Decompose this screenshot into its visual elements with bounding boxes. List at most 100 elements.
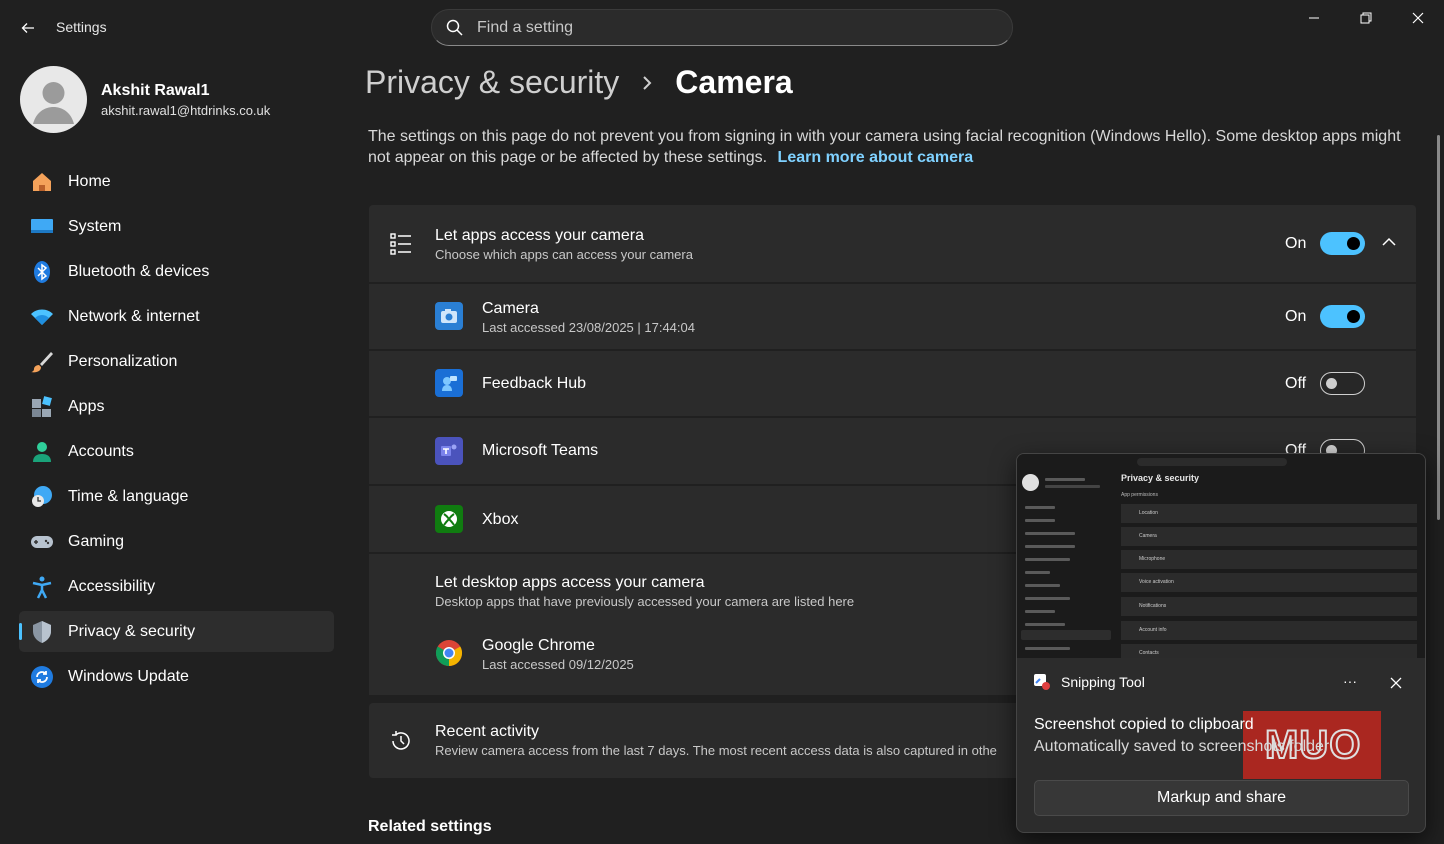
sidebar-item-home[interactable]: Home: [19, 161, 334, 202]
app-name: Camera: [482, 300, 539, 317]
camera-app-toggle[interactable]: [1320, 305, 1365, 328]
home-icon: [30, 170, 54, 194]
notification-close-button[interactable]: [1390, 676, 1402, 694]
toggle-state-label: Off: [1285, 375, 1307, 392]
sidebar-item-label: System: [68, 217, 122, 235]
user-email: akshit.rawal1@htdrinks.co.uk: [101, 103, 271, 118]
learn-more-link[interactable]: Learn more about camera: [778, 149, 974, 166]
user-name: Akshit Rawal1: [101, 82, 210, 99]
app-name: Microsoft Teams: [482, 442, 599, 459]
wifi-icon: [30, 305, 54, 329]
close-button[interactable]: [1396, 6, 1440, 30]
recent-activity-title: Recent activity: [435, 723, 540, 740]
sidebar-item-accounts[interactable]: Accounts: [19, 431, 334, 472]
avatar[interactable]: [20, 66, 87, 133]
sidebar-item-label: Network & internet: [68, 307, 200, 325]
preview-row: Account info: [1121, 621, 1417, 640]
sidebar-item-time-language[interactable]: Time & language: [19, 476, 334, 517]
sidebar-item-label: Time & language: [68, 487, 189, 505]
camera-access-card[interactable]: Let apps access your camera Choose which…: [369, 205, 1416, 282]
minimize-icon: [1309, 17, 1319, 19]
sidebar-nav: Home System Bluetooth & devices Network …: [19, 161, 334, 701]
gamepad-icon: [30, 530, 54, 554]
sidebar-item-apps[interactable]: Apps: [19, 386, 334, 427]
sidebar-item-gaming[interactable]: Gaming: [19, 521, 334, 562]
restore-button[interactable]: [1344, 6, 1388, 30]
xbox-icon: [435, 505, 463, 533]
breadcrumb: Privacy & security Camera: [365, 64, 793, 101]
chevron-up-icon[interactable]: [1382, 237, 1396, 247]
sidebar-item-system[interactable]: System: [19, 206, 334, 247]
sidebar-item-personalization[interactable]: Personalization: [19, 341, 334, 382]
back-button[interactable]: [14, 14, 42, 42]
person-icon: [30, 440, 54, 464]
update-icon: [30, 665, 54, 689]
toggle-state-label: On: [1285, 308, 1307, 325]
snipping-tool-name: Snipping Tool: [1061, 674, 1145, 690]
feedback-hub-icon: [435, 369, 463, 397]
back-arrow-icon: [21, 23, 34, 33]
camera-access-toggle[interactable]: [1320, 232, 1365, 255]
notification-detail: Automatically saved to screenshots folde…: [1034, 738, 1330, 755]
close-icon: [1412, 12, 1424, 24]
sidebar-item-label: Gaming: [68, 532, 125, 550]
snipping-tool-header: Snipping Tool: [1033, 673, 1145, 691]
list-icon: [390, 233, 411, 255]
preview-row: Contacts: [1121, 644, 1417, 658]
search-input[interactable]: [477, 18, 957, 37]
camera-access-subtitle: Choose which apps can access your camera: [435, 247, 693, 262]
sidebar-item-label: Accessibility: [68, 577, 156, 595]
more-options-button[interactable]: ···: [1343, 673, 1357, 689]
accessibility-icon: [30, 575, 54, 599]
history-icon: [392, 731, 410, 750]
app-title: Settings: [56, 19, 107, 35]
brush-icon: [30, 350, 54, 374]
restore-icon: [1360, 12, 1372, 24]
snipping-tool-notification[interactable]: Privacy & security App permissions Locat…: [1016, 453, 1426, 833]
globe-clock-icon: [30, 485, 54, 509]
search-icon: [446, 19, 463, 36]
preview-row: Location: [1121, 504, 1417, 523]
notification-message: Screenshot copied to clipboard: [1034, 716, 1254, 733]
markup-and-share-button[interactable]: Markup and share: [1034, 780, 1409, 816]
preview-row: Camera: [1121, 527, 1417, 546]
related-settings-heading: Related settings: [368, 818, 492, 835]
toggle-state-label: On: [1285, 235, 1307, 252]
desktop-app-last-accessed: Last accessed 09/12/2025: [482, 657, 634, 672]
scrollbar[interactable]: [1437, 135, 1440, 520]
chevron-right-icon: [641, 74, 653, 92]
desktop-apps-subtitle: Desktop apps that have previously access…: [435, 594, 855, 609]
bluetooth-icon: [30, 260, 54, 284]
sidebar-item-bluetooth[interactable]: Bluetooth & devices: [19, 251, 334, 292]
preview-row: Microphone: [1121, 550, 1417, 569]
teams-icon: [435, 437, 463, 465]
desktop-app-name: Google Chrome: [482, 637, 595, 654]
camera-access-title: Let apps access your camera: [435, 227, 644, 244]
sidebar-item-label: Personalization: [68, 352, 178, 370]
title-bar: Settings: [0, 0, 1444, 52]
app-last-accessed: Last accessed 23/08/2025 | 17:44:04: [482, 320, 695, 335]
sidebar-item-label: Bluetooth & devices: [68, 262, 210, 280]
sidebar-item-windows-update[interactable]: Windows Update: [19, 656, 334, 697]
close-icon: [1390, 677, 1402, 689]
feedback-hub-toggle[interactable]: [1320, 372, 1365, 395]
sidebar-item-privacy-security[interactable]: Privacy & security: [19, 611, 334, 652]
search-box[interactable]: [431, 9, 1013, 46]
preview-sidebar: [1017, 454, 1117, 658]
sidebar-item-accessibility[interactable]: Accessibility: [19, 566, 334, 607]
breadcrumb-parent[interactable]: Privacy & security: [365, 64, 619, 101]
sidebar-item-label: Home: [68, 172, 111, 190]
app-row-camera: Camera Last accessed 23/08/2025 | 17:44:…: [369, 284, 1416, 349]
screenshot-preview[interactable]: Privacy & security App permissions Locat…: [1017, 454, 1425, 658]
preview-subtitle: App permissions: [1121, 492, 1158, 498]
camera-app-icon: [435, 302, 463, 330]
sidebar-item-network[interactable]: Network & internet: [19, 296, 334, 337]
app-name: Xbox: [482, 511, 519, 528]
user-icon: [33, 82, 74, 124]
snipping-tool-icon: [1034, 674, 1050, 690]
preview-title: Privacy & security: [1121, 473, 1200, 483]
page-title: Camera: [675, 64, 793, 100]
apps-icon: [30, 395, 54, 419]
minimize-button[interactable]: [1292, 6, 1336, 30]
preview-row: Voice activation: [1121, 573, 1417, 592]
